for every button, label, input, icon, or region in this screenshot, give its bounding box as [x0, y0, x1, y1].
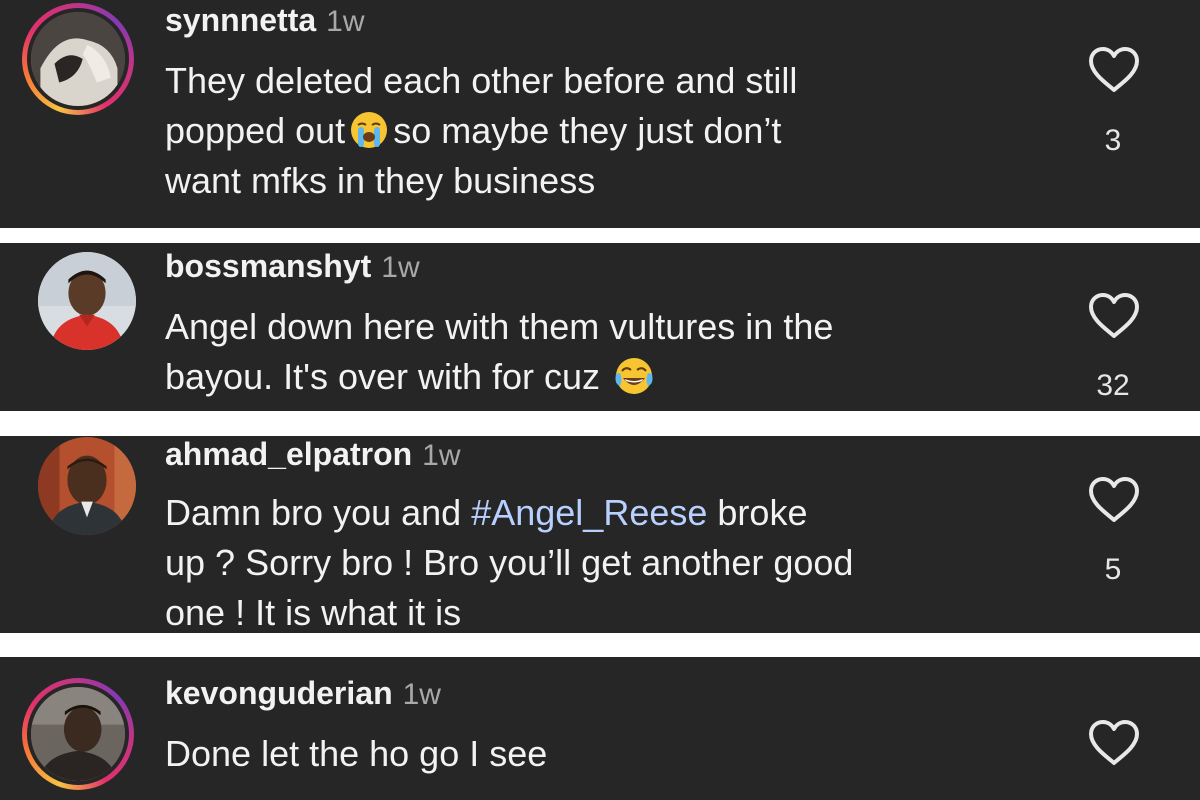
- username[interactable]: ahmad_elpatron: [165, 436, 412, 472]
- comment-text: They deleted each other before and still…: [165, 56, 1045, 206]
- comment-line: want mfks in they business: [165, 160, 596, 201]
- like-count: 32: [1096, 369, 1130, 402]
- username[interactable]: bossmanshyt: [165, 248, 371, 284]
- comment-line: so maybe they just don’t: [393, 110, 782, 151]
- comment-line: Damn bro you and: [165, 492, 462, 533]
- avatar[interactable]: [38, 437, 136, 535]
- comment-row: ahmad_elpatron 1w Damn bro you and #Angel…: [0, 436, 1200, 633]
- loudly-crying-face-emoji: [351, 112, 388, 148]
- like-count: 5: [1104, 553, 1122, 586]
- comment-row: bossmanshyt 1w Angel down here with them …: [0, 243, 1200, 411]
- comment-row: synnnetta 1w They deleted each other befo…: [0, 0, 1200, 228]
- comment-line: They deleted each other before and still: [165, 60, 798, 101]
- like-count: 3: [1104, 124, 1122, 157]
- comment-text: Damn bro you and #Angel_Reese broke up ?…: [165, 488, 1045, 633]
- heart-icon[interactable]: [1087, 476, 1141, 524]
- timestamp: 1w: [326, 5, 365, 38]
- username[interactable]: synnnetta: [165, 2, 316, 38]
- heart-icon[interactable]: [1087, 719, 1141, 767]
- comment-line: popped out: [165, 110, 346, 151]
- face-with-tears-of-joy-emoji: [615, 358, 653, 394]
- heart-icon[interactable]: [1087, 292, 1141, 340]
- comment-text: Angel down here with them vultures in th…: [165, 302, 1045, 402]
- avatar[interactable]: [38, 252, 136, 350]
- timestamp: 1w: [381, 251, 420, 284]
- username[interactable]: kevonguderian: [165, 675, 393, 711]
- comment-line: broke: [717, 492, 808, 533]
- avatar[interactable]: [22, 3, 134, 115]
- avatar[interactable]: [22, 678, 134, 790]
- comment-line: up ? Sorry bro ! Bro you’ll get another …: [165, 542, 854, 583]
- comment-row: kevonguderian 1w Done let the ho go I see: [0, 657, 1200, 800]
- hashtag-link[interactable]: #Angel_Reese: [471, 492, 707, 533]
- comment-line: one ! It is what it is: [165, 592, 462, 633]
- timestamp: 1w: [402, 678, 441, 711]
- comment-line: Angel down here with them vultures in th…: [165, 306, 834, 347]
- comment-line: bayou. It's over with for cuz: [165, 356, 601, 397]
- comment-text: Done let the ho go I see: [165, 729, 1045, 779]
- comment-line: Done let the ho go I see: [165, 733, 548, 774]
- timestamp: 1w: [422, 439, 461, 472]
- heart-icon[interactable]: [1087, 46, 1141, 94]
